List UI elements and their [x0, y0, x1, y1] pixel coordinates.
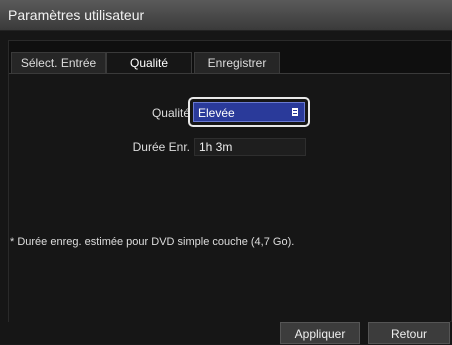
back-button[interactable]: Retour	[368, 322, 450, 344]
duration-label: Durée Enr.	[132, 140, 190, 154]
quality-value: Elevée	[198, 106, 235, 120]
tab-input-select[interactable]: Sélect. Entrée	[11, 52, 106, 73]
tab-record[interactable]: Enregistrer	[194, 52, 280, 73]
tab-quality[interactable]: Qualité	[106, 52, 192, 73]
quality-select[interactable]: Elevée	[188, 97, 310, 127]
duration-value: 1h 3m	[199, 140, 233, 154]
quality-select-field[interactable]: Elevée	[193, 102, 305, 122]
title-bar: Paramètres utilisateur	[0, 0, 452, 31]
duration-field: 1h 3m	[194, 138, 306, 156]
list-icon	[292, 108, 298, 116]
window-title: Paramètres utilisateur	[8, 7, 145, 23]
footnote: * Durée enreg. estimée pour DVD simple c…	[10, 236, 295, 248]
settings-window: Paramètres utilisateur Sélect. Entrée Qu…	[0, 0, 452, 344]
tab-bar: Sélect. Entrée Qualité Enregistrer	[9, 52, 450, 74]
apply-button[interactable]: Appliquer	[280, 322, 360, 344]
quality-label: Qualité	[151, 106, 190, 120]
